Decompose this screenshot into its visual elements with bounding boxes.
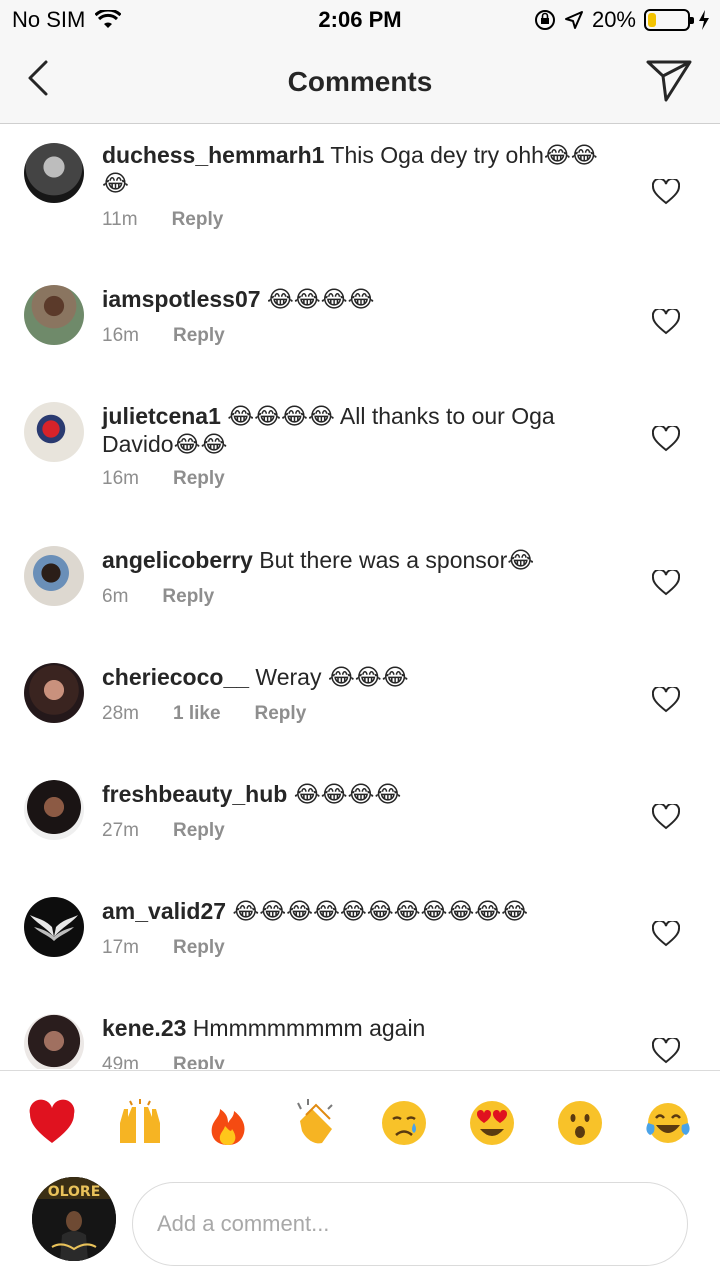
reaction-crying[interactable] bbox=[380, 1099, 428, 1147]
my-avatar: OLORE bbox=[32, 1177, 116, 1261]
avatar[interactable] bbox=[24, 897, 84, 957]
reply-button[interactable]: Reply bbox=[173, 820, 225, 842]
reaction-surprised[interactable] bbox=[556, 1099, 604, 1147]
status-right: 20% bbox=[534, 7, 710, 33]
comment-text-block: angelicoberry But there was a sponsor😂 bbox=[102, 546, 602, 574]
like-heart-icon[interactable] bbox=[652, 426, 680, 452]
reaction-tears-of-joy[interactable] bbox=[644, 1099, 692, 1147]
angel-wings-icon bbox=[30, 915, 78, 941]
raising-hands-icon bbox=[120, 1099, 160, 1143]
reaction-raising-hands[interactable] bbox=[116, 1099, 164, 1147]
comment-body: Hmmmmmmmm again bbox=[192, 1015, 426, 1041]
comment-body: 😂😂😂😂 bbox=[293, 781, 402, 807]
reply-button[interactable]: Reply bbox=[162, 586, 214, 608]
battery-level-fill bbox=[648, 13, 656, 27]
like-heart-icon[interactable] bbox=[652, 687, 680, 713]
comment-text-block: cheriecoco__ Weray 😂😂😂 bbox=[102, 663, 602, 691]
comment-username[interactable]: am_valid27 bbox=[102, 898, 226, 924]
comment-meta: 11m Reply bbox=[102, 209, 223, 231]
comment-time: 28m bbox=[102, 703, 139, 724]
comment-time: 16m bbox=[102, 468, 139, 489]
comment-time: 27m bbox=[102, 820, 139, 841]
comment-username[interactable]: julietcena1 bbox=[102, 403, 221, 429]
comment-text-block: freshbeauty_hub 😂😂😂😂 bbox=[102, 780, 602, 808]
share-button[interactable] bbox=[644, 54, 694, 104]
comment-list[interactable]: duchess_hemmarh1 This Oga dey try ohh😂😂😂… bbox=[0, 125, 720, 1069]
reply-button[interactable]: Reply bbox=[173, 325, 225, 347]
avatar[interactable] bbox=[24, 285, 84, 345]
avatar-title: OLORE bbox=[48, 1184, 101, 1200]
status-bar: No SIM 2:06 PM 20% bbox=[0, 0, 720, 40]
comment-meta: 17m Reply bbox=[102, 937, 225, 959]
comment-text-block: iamspotless07 😂😂😂😂 bbox=[102, 285, 602, 313]
comment-composer: OLORE bbox=[0, 1177, 720, 1280]
comment-meta: 6m Reply bbox=[102, 586, 214, 608]
comment-username[interactable]: kene.23 bbox=[102, 1015, 186, 1041]
comment-meta: 27m Reply bbox=[102, 820, 225, 842]
comment-username[interactable]: angelicoberry bbox=[102, 547, 253, 573]
avatar[interactable] bbox=[24, 402, 84, 462]
fire-icon bbox=[211, 1109, 245, 1145]
profile-art-icon: OLORE bbox=[32, 1177, 116, 1261]
avatar[interactable] bbox=[24, 546, 84, 606]
like-heart-icon[interactable] bbox=[652, 921, 680, 947]
crying-face-icon bbox=[382, 1101, 426, 1145]
clapping-hands-icon bbox=[297, 1099, 333, 1144]
red-heart-icon bbox=[29, 1099, 75, 1143]
reply-button[interactable]: Reply bbox=[173, 468, 225, 490]
like-heart-icon[interactable] bbox=[652, 570, 680, 596]
reaction-heart[interactable] bbox=[28, 1099, 76, 1147]
like-count[interactable]: 1 like bbox=[173, 703, 221, 725]
reply-button[interactable]: Reply bbox=[173, 937, 225, 959]
battery-icon bbox=[644, 9, 694, 31]
avatar[interactable] bbox=[24, 1014, 84, 1069]
comment-time: 16m bbox=[102, 325, 139, 346]
reply-button[interactable]: Reply bbox=[173, 1054, 225, 1069]
like-heart-icon[interactable] bbox=[652, 804, 680, 830]
page-title: Comments bbox=[287, 66, 433, 97]
comment-time: 6m bbox=[102, 586, 129, 607]
comment-body: Weray 😂😂😂 bbox=[255, 664, 409, 690]
comment-time: 11m bbox=[102, 209, 138, 230]
orientation-lock-icon bbox=[534, 10, 555, 30]
comment-body: 😂😂😂😂😂😂😂😂😂😂😂 bbox=[232, 898, 529, 924]
like-heart-icon[interactable] bbox=[652, 309, 680, 335]
reply-button[interactable]: Reply bbox=[255, 703, 307, 725]
avatar[interactable] bbox=[24, 663, 84, 723]
comment-text-block: julietcena1 😂😂😂😂 All thanks to our Oga D… bbox=[102, 402, 602, 458]
reaction-heart-eyes[interactable] bbox=[468, 1099, 516, 1147]
comment-username[interactable]: cheriecoco__ bbox=[102, 664, 249, 690]
header: Comments bbox=[0, 40, 720, 124]
paper-plane-icon bbox=[646, 60, 692, 102]
reply-button[interactable]: Reply bbox=[172, 209, 224, 231]
location-arrow-icon bbox=[564, 11, 583, 29]
comment-text-block: am_valid27 😂😂😂😂😂😂😂😂😂😂😂 bbox=[102, 897, 602, 925]
comment-meta: 49m Reply bbox=[102, 1054, 225, 1069]
avatar[interactable] bbox=[24, 780, 84, 840]
comment-text-block: duchess_hemmarh1 This Oga dey try ohh😂😂😂 bbox=[102, 141, 602, 197]
tears-of-joy-icon bbox=[646, 1103, 690, 1143]
comment-time: 49m bbox=[102, 1054, 139, 1069]
comment-meta: 16m Reply bbox=[102, 468, 225, 490]
comment-meta: 16m Reply bbox=[102, 325, 225, 347]
comment-body: But there was a sponsor😂 bbox=[259, 547, 535, 573]
comment-text-block: kene.23 Hmmmmmmmm again bbox=[102, 1014, 602, 1042]
charging-bolt-icon bbox=[699, 10, 709, 30]
like-heart-icon[interactable] bbox=[652, 179, 680, 205]
avatar[interactable] bbox=[24, 143, 84, 203]
reaction-fire[interactable] bbox=[204, 1099, 252, 1147]
comment-username[interactable]: duchess_hemmarh1 bbox=[102, 142, 324, 168]
heart-eyes-icon bbox=[470, 1101, 514, 1145]
quick-reactions-bar bbox=[0, 1070, 720, 1180]
comment-username[interactable]: freshbeauty_hub bbox=[102, 781, 287, 807]
surprised-face-icon bbox=[558, 1101, 602, 1145]
comment-meta: 28m 1 like Reply bbox=[102, 703, 306, 725]
like-heart-icon[interactable] bbox=[652, 1038, 680, 1064]
battery-percent: 20% bbox=[591, 7, 636, 32]
comment-time: 17m bbox=[102, 937, 139, 958]
reaction-clap[interactable] bbox=[292, 1099, 340, 1147]
comment-body: 😂😂😂😂 bbox=[266, 286, 375, 312]
comment-input[interactable] bbox=[132, 1182, 688, 1266]
comment-username[interactable]: iamspotless07 bbox=[102, 286, 261, 312]
